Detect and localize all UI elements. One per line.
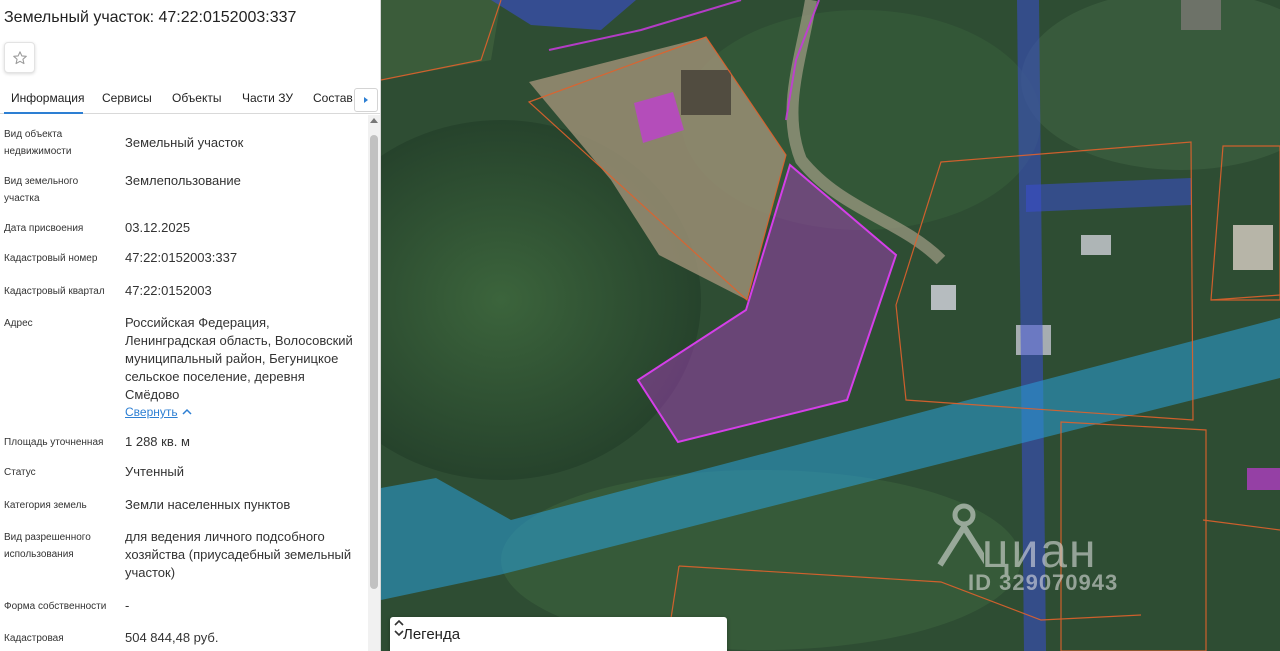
building [681,70,731,115]
star-outline-icon [12,50,27,64]
field-value: Земельный участок [125,135,244,150]
field-value: 1 288 кв. м [125,434,190,449]
building [931,285,956,310]
field-value: Учтенный [125,464,185,479]
field-value: 47:22:0152003:337 [125,250,238,265]
scroll-up-arrow-icon[interactable] [370,118,378,123]
field-label: Категория земель [4,500,87,511]
tab-information[interactable]: Информация [11,91,84,105]
tab-composition[interactable]: Состав [313,91,353,105]
field-label: Кадастровый номер [4,253,98,264]
field-label: Вид земельного участка [4,176,79,204]
panel-scrollbar[interactable] [368,115,380,651]
tabs-scroll-right-button[interactable] [354,88,378,112]
page-title: Земельный участок: 47:22:0152003:337 [4,9,297,26]
address-collapse-link[interactable]: Свернуть [125,405,178,419]
field-label: Дата присвоения [4,223,84,234]
tab-bar: Информация Сервисы Объекты Части ЗУ Сост… [0,84,380,114]
favorite-button[interactable] [4,42,35,73]
small-parcel [1247,468,1280,490]
building [1181,0,1221,30]
building [1233,225,1273,270]
location-pin-icon [937,503,984,567]
map-view[interactable]: циан ID 329070943 Легенда [381,0,1280,651]
watermark-id: ID 329070943 [968,570,1119,595]
field-value: для ведения личного подсобного хозяйства… [125,529,352,580]
field-label: Вид объекта недвижимости [4,129,72,157]
field-value: - [125,598,130,613]
field-value: 47:22:0152003 [125,283,212,298]
tab-services[interactable]: Сервисы [102,91,152,105]
field-label: Вид разрешенного использования [4,532,91,560]
chevron-up-down-icon[interactable] [390,617,408,639]
legend-panel[interactable]: Легенда [390,617,727,651]
field-value: Российская Федерация, Ленинградская обла… [125,315,353,402]
scroll-thumb[interactable] [370,135,378,589]
attribute-list: Вид объекта недвижимости Земельный участ… [0,115,368,651]
field-value: 504 844,48 руб. [125,630,219,645]
field-label: Адрес [4,318,33,329]
tab-parcel-parts[interactable]: Части ЗУ [242,91,293,105]
chevron-up-icon[interactable] [182,408,192,415]
tab-objects[interactable]: Объекты [172,91,222,105]
legend-label: Легенда [403,626,461,643]
field-label: Площадь уточненная [4,437,104,448]
field-value: 03.12.2025 [125,220,191,235]
field-value: Земли населенных пунктов [125,497,291,512]
app: Земельный участок: 47:22:0152003:337 Инф… [0,0,1280,651]
field-label: Форма собственности [4,601,107,612]
field-label: Статус [4,467,36,478]
info-panel: Земельный участок: 47:22:0152003:337 Инф… [0,0,381,651]
caret-right-icon [364,97,368,103]
active-tab-indicator [4,112,83,114]
building [1081,235,1111,255]
field-label: Кадастровая [4,633,64,644]
field-value: Землепользование [125,173,241,188]
field-label: Кадастровый квартал [4,286,105,297]
cian-watermark: циан ID 329070943 [934,500,1154,600]
